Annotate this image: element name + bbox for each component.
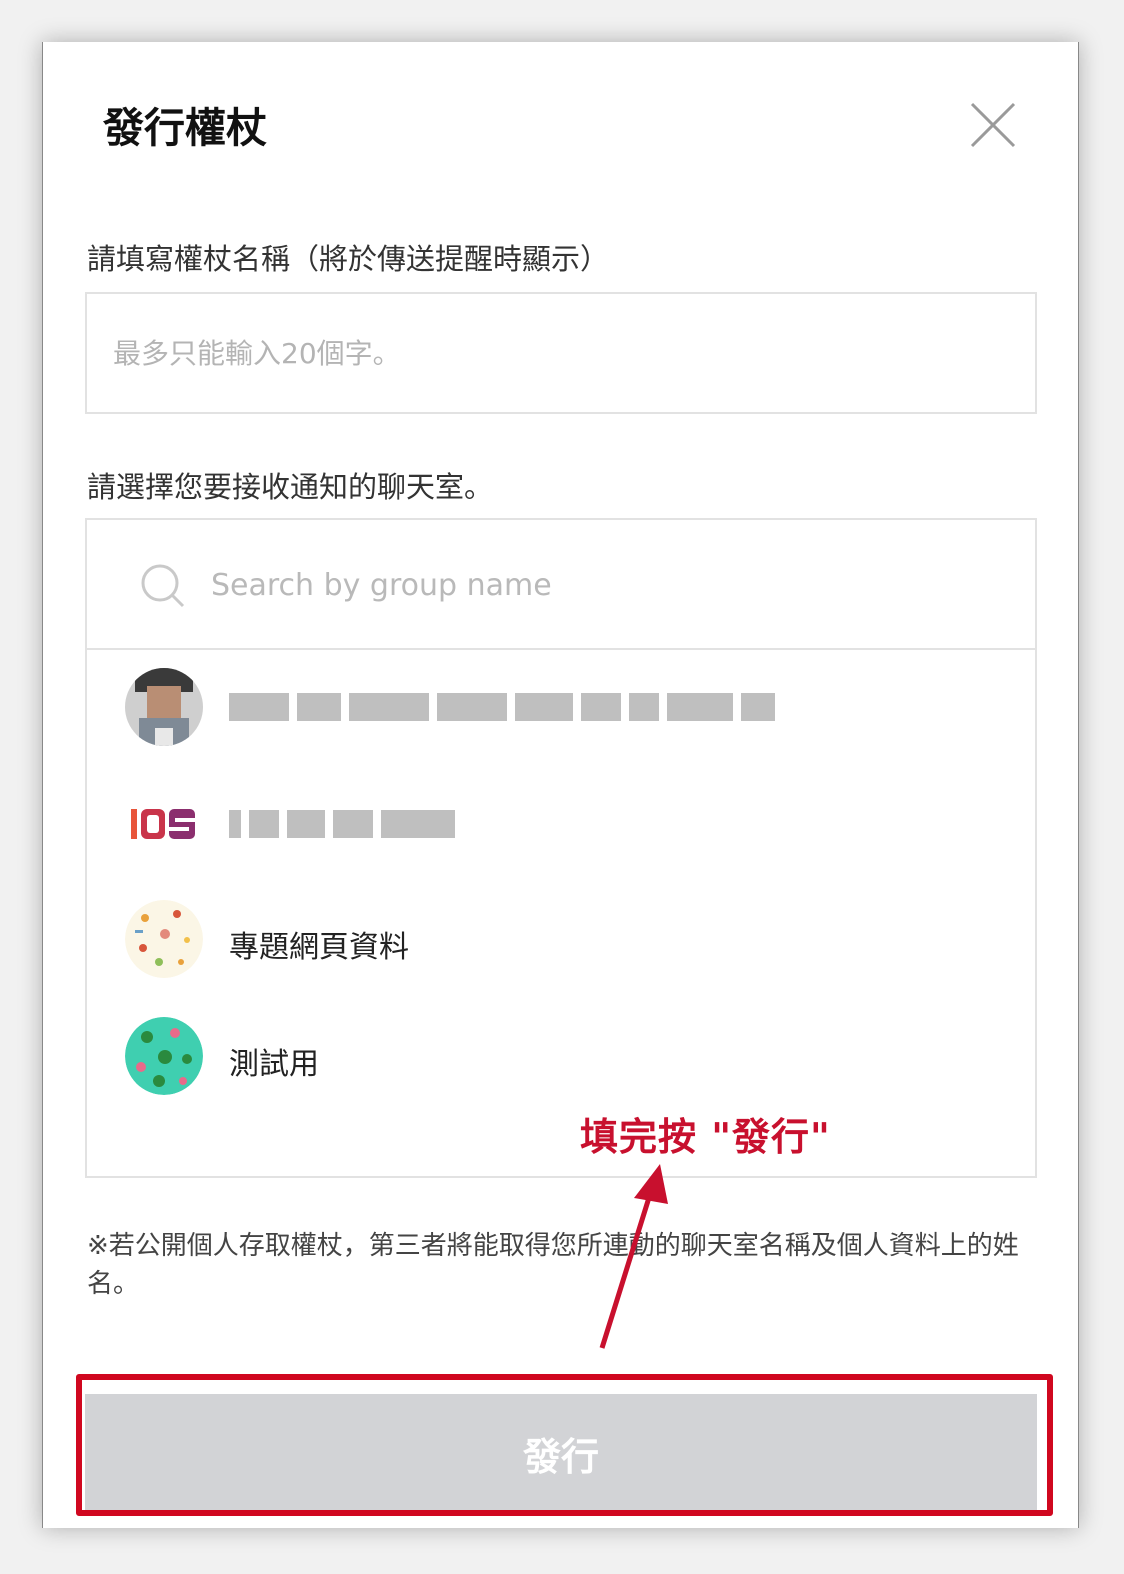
room-item[interactable] xyxy=(125,785,985,865)
room-name-obscured xyxy=(229,807,455,841)
publish-button[interactable]: 發行 xyxy=(85,1394,1037,1512)
room-item[interactable]: 專題網頁資料 xyxy=(125,900,985,980)
close-icon[interactable] xyxy=(968,100,1018,150)
room-select-label: 請選擇您要接收通知的聊天室。 xyxy=(87,470,494,504)
green-pattern-avatar xyxy=(125,1017,203,1095)
token-name-input[interactable] xyxy=(85,292,1037,414)
issue-token-dialog: 發行權杖 請填寫權杖名稱（將於傳送提醒時顯示） 請選擇您要接收通知的聊天室。 xyxy=(42,42,1079,1528)
room-search-row xyxy=(87,520,1035,650)
room-list-box: 專題網頁資料 測試用 xyxy=(85,518,1037,1178)
room-name-obscured xyxy=(229,690,775,724)
pattern-avatar xyxy=(125,900,203,978)
ios-logo-avatar xyxy=(125,785,203,863)
person-photo-avatar xyxy=(125,668,203,746)
privacy-notice: ※若公開個人存取權杖，第三者將能取得您所連動的聊天室名稱及個人資料上的姓名。 xyxy=(87,1231,1019,1299)
room-item[interactable] xyxy=(125,668,985,748)
token-name-label: 請填寫權杖名稱（將於傳送提醒時顯示） xyxy=(87,242,610,276)
room-name: 專題網頁資料 xyxy=(229,930,409,965)
room-search-input[interactable] xyxy=(211,555,991,615)
room-name: 測試用 xyxy=(229,1047,319,1082)
dialog-title: 發行權杖 xyxy=(103,104,267,152)
annotation-text: 填完按 "發行" xyxy=(580,1115,831,1159)
search-icon xyxy=(141,564,185,608)
room-item[interactable]: 測試用 xyxy=(125,1017,985,1097)
